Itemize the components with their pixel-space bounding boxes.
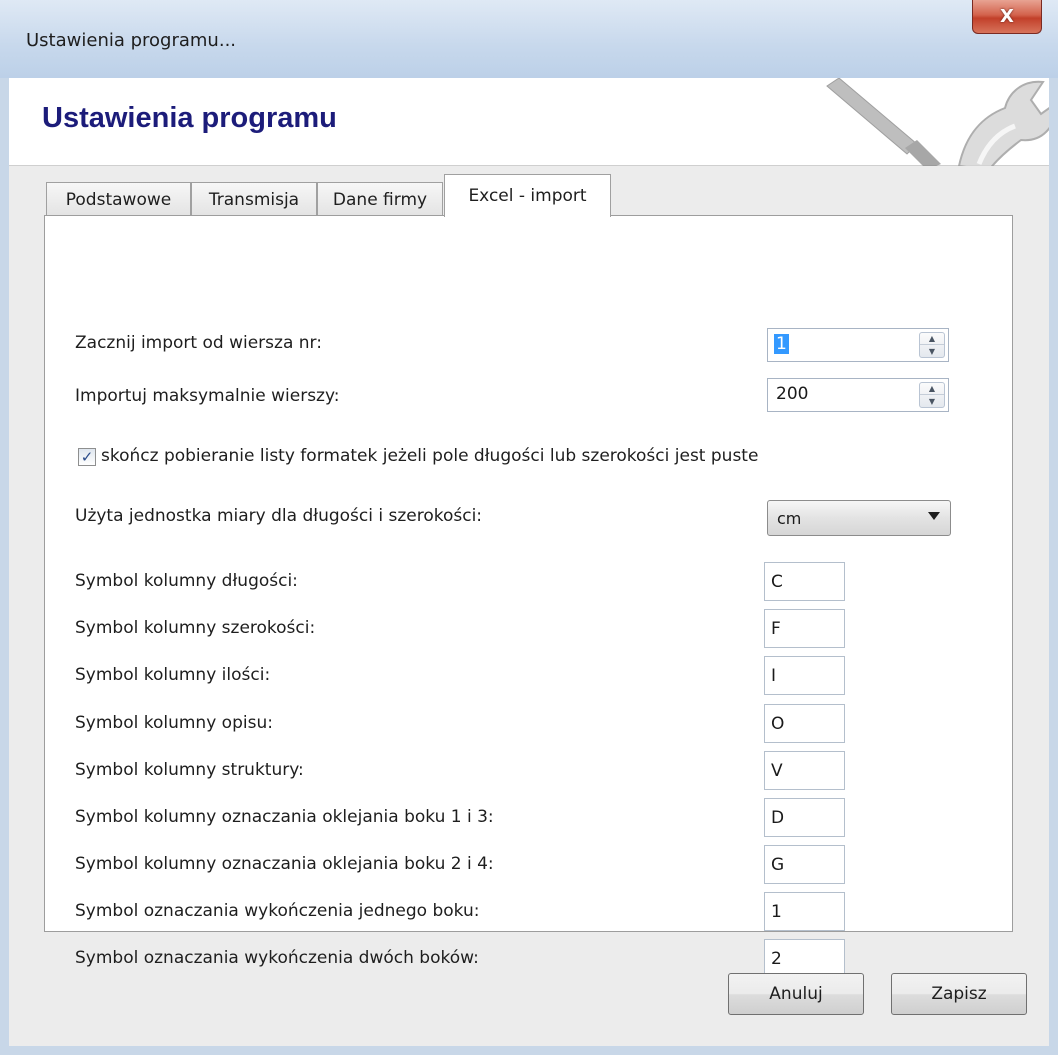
symbol-input-quantity[interactable]: I xyxy=(764,656,845,695)
symbol-value: V xyxy=(771,761,783,781)
tab-podstawowe[interactable]: Podstawowe xyxy=(46,182,191,216)
excel-import-panel: Zacznij import od wiersza nr: 1 ▲ ▼ Impo… xyxy=(44,215,1013,978)
symbol-value: C xyxy=(771,572,783,592)
title-bar[interactable]: Ustawienia programu... X xyxy=(0,0,1058,78)
unit-label: Użyta jednostka miary dla długości i sze… xyxy=(75,506,483,526)
symbol-label-quantity: Symbol kolumny ilości: xyxy=(75,665,271,685)
spin-up-icon[interactable]: ▲ xyxy=(920,383,944,395)
symbol-value: 1 xyxy=(771,902,782,922)
symbol-label-one-side: Symbol oznaczania wykończenia jednego bo… xyxy=(75,901,480,921)
unit-select[interactable]: cm xyxy=(767,500,951,536)
tab-transmisja[interactable]: Transmisja xyxy=(191,182,317,216)
unit-selected-value: cm xyxy=(777,509,802,528)
checkmark-icon: ✓ xyxy=(80,448,94,466)
symbol-value: I xyxy=(771,666,777,686)
symbol-input-description[interactable]: O xyxy=(764,704,845,743)
tab-excel-import[interactable]: Excel - import xyxy=(444,174,611,217)
start-row-spin-buttons[interactable]: ▲ ▼ xyxy=(919,332,945,358)
header-banner: Ustawienia programu xyxy=(9,78,1049,166)
cancel-button-label: Anuluj xyxy=(769,984,823,1004)
symbol-label-width: Symbol kolumny szerokości: xyxy=(75,618,316,638)
close-button[interactable]: X xyxy=(972,0,1042,34)
tab-label: Transmisja xyxy=(208,189,300,210)
symbol-value: G xyxy=(771,855,785,875)
tab-dane-firmy[interactable]: Dane firmy xyxy=(317,182,443,216)
tab-label: Podstawowe xyxy=(65,189,172,210)
chevron-down-icon[interactable] xyxy=(928,512,940,520)
symbol-label-edge-2-4: Symbol kolumny oznaczania oklejania boku… xyxy=(75,854,494,874)
symbol-input-edge-1-3[interactable]: D xyxy=(764,798,845,837)
settings-window: Ustawienia programu... X Ustawienia prog… xyxy=(0,0,1058,1055)
max-rows-value[interactable]: 200 xyxy=(776,384,808,404)
start-row-value[interactable]: 1 xyxy=(774,334,789,354)
symbol-label-two-sides: Symbol oznaczania wykończenia dwóch bokó… xyxy=(75,948,479,968)
max-rows-spin-buttons[interactable]: ▲ ▼ xyxy=(919,382,945,408)
stop-import-checkbox[interactable]: ✓ xyxy=(78,448,96,466)
symbol-label-structure: Symbol kolumny struktury: xyxy=(75,760,304,780)
cancel-button[interactable]: Anuluj xyxy=(728,973,864,1015)
symbol-value: D xyxy=(771,808,785,828)
symbol-input-length[interactable]: C xyxy=(764,562,845,601)
tools-icon xyxy=(809,78,1049,166)
spin-down-icon[interactable]: ▼ xyxy=(920,395,944,407)
max-rows-label: Importuj maksymalnie wierszy: xyxy=(75,386,340,406)
symbol-input-one-side[interactable]: 1 xyxy=(764,892,845,931)
page-title: Ustawienia programu xyxy=(42,102,337,134)
symbol-value: 2 xyxy=(771,949,782,969)
symbol-input-edge-2-4[interactable]: G xyxy=(764,845,845,884)
max-rows-stepper[interactable]: 200 ▲ ▼ xyxy=(767,378,949,412)
start-row-stepper[interactable]: 1 ▲ ▼ xyxy=(767,328,949,362)
symbol-value: F xyxy=(771,619,781,639)
symbol-value: O xyxy=(771,714,785,734)
stop-import-label[interactable]: skończ pobieranie listy formatek jeżeli … xyxy=(101,446,758,466)
spin-down-icon[interactable]: ▼ xyxy=(920,345,944,357)
save-button[interactable]: Zapisz xyxy=(891,973,1027,1015)
tab-label: Excel - import xyxy=(468,186,587,206)
symbol-label-description: Symbol kolumny opisu: xyxy=(75,713,273,733)
close-icon: X xyxy=(1000,6,1014,27)
window-title: Ustawienia programu... xyxy=(26,30,237,51)
dialog-body: Ustawienia programu Podstawowe Transmisj… xyxy=(9,78,1049,1046)
spin-up-icon[interactable]: ▲ xyxy=(920,333,944,345)
symbol-label-length: Symbol kolumny długości: xyxy=(75,571,298,591)
symbol-input-width[interactable]: F xyxy=(764,609,845,648)
symbol-input-structure[interactable]: V xyxy=(764,751,845,790)
symbol-label-edge-1-3: Symbol kolumny oznaczania oklejania boku… xyxy=(75,807,494,827)
tab-label: Dane firmy xyxy=(332,189,428,210)
save-button-label: Zapisz xyxy=(931,984,987,1004)
start-row-label: Zacznij import od wiersza nr: xyxy=(75,333,322,353)
